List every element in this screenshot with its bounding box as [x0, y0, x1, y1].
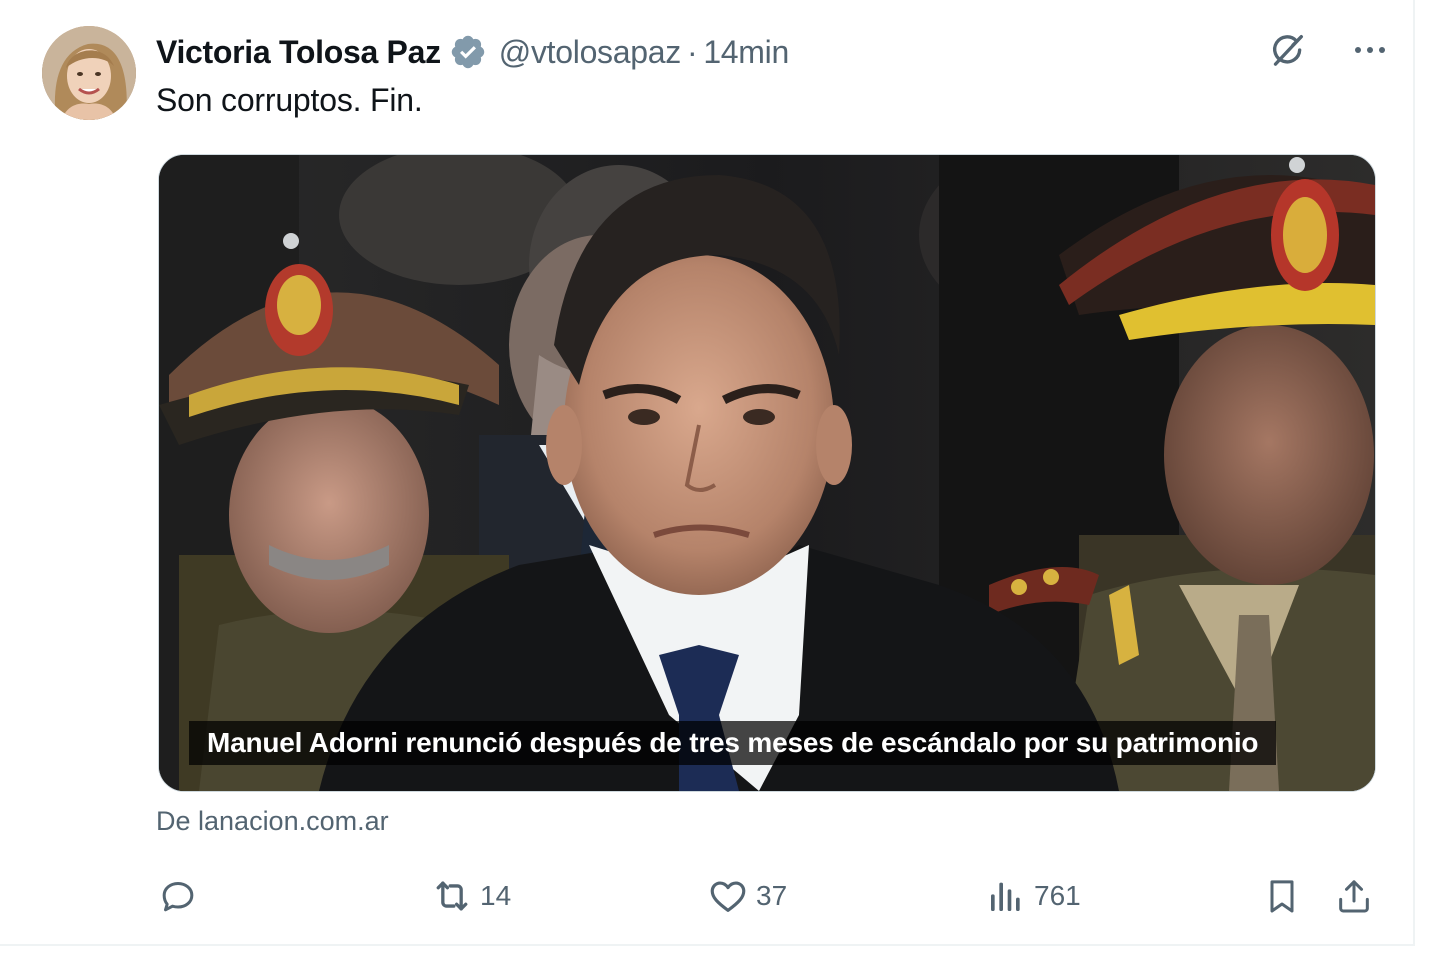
- more-icon[interactable]: [1348, 28, 1392, 72]
- media-card[interactable]: Manuel Adorni renunció después de tres m…: [158, 154, 1376, 792]
- tweet-text: Son corruptos. Fin.: [156, 82, 423, 118]
- verified-badge-icon[interactable]: [449, 33, 487, 71]
- link-source[interactable]: De lanacion.com.ar: [156, 806, 389, 837]
- reply-icon: [156, 874, 200, 918]
- timeline-border-right: [1413, 0, 1415, 966]
- separator-dot: ·: [686, 33, 698, 70]
- tweet-timestamp[interactable]: 14min: [703, 34, 789, 71]
- retweet-button[interactable]: 14: [430, 868, 511, 924]
- author-display-name[interactable]: Victoria Tolosa Paz: [156, 34, 441, 71]
- tweet-top-actions: [1266, 28, 1392, 72]
- like-button[interactable]: 37: [706, 868, 787, 924]
- media-caption: Manuel Adorni renunció después de tres m…: [189, 721, 1277, 765]
- author-handle[interactable]: @vtolosapaz: [499, 34, 681, 71]
- share-button[interactable]: [1332, 868, 1376, 924]
- author-avatar[interactable]: [42, 26, 136, 120]
- like-count: 37: [756, 880, 788, 911]
- retweet-count: 14: [480, 880, 512, 911]
- retweet-icon: [430, 874, 474, 918]
- views-count: 761: [1034, 880, 1081, 911]
- reply-button[interactable]: [156, 868, 206, 924]
- heart-icon: [706, 874, 750, 918]
- tweet-header: Victoria Tolosa Paz @vtolosapaz · 14min: [156, 30, 789, 74]
- bookmark-icon: [1260, 874, 1304, 918]
- news-photo: [159, 155, 1375, 791]
- next-tweet-area: [0, 946, 1440, 966]
- views-icon: [984, 874, 1028, 918]
- views-button[interactable]: 761: [984, 868, 1081, 924]
- grok-icon[interactable]: [1266, 28, 1310, 72]
- share-icon: [1332, 874, 1376, 918]
- tweet-page: Victoria Tolosa Paz @vtolosapaz · 14min: [0, 0, 1440, 966]
- bookmark-button[interactable]: [1260, 868, 1304, 924]
